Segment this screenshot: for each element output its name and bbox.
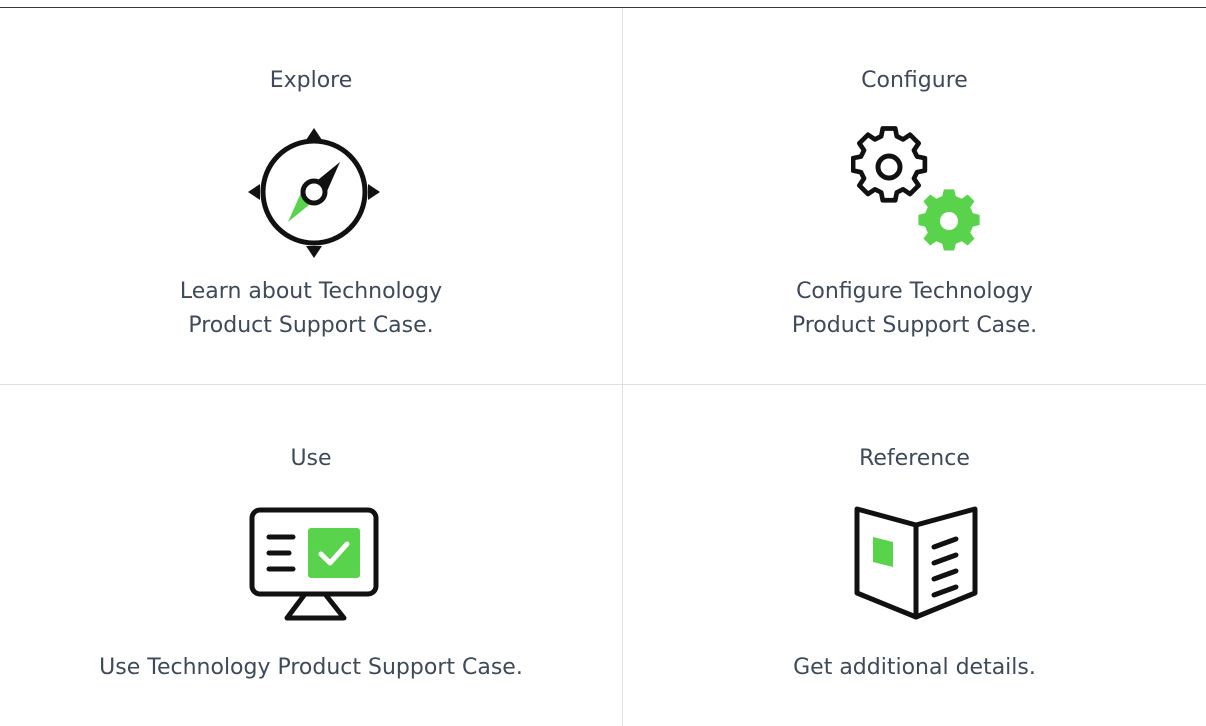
card-title: Configure: [861, 68, 968, 93]
description-line: Product Support Case.: [188, 313, 434, 338]
open-book-icon: [851, 505, 981, 621]
gears-icon: [851, 125, 983, 255]
card-description: Configure Technology Product Support Cas…: [623, 275, 1206, 343]
card-reference[interactable]: Reference Get additional details.: [623, 385, 1206, 726]
card-description: Learn about Technology Product Support C…: [0, 275, 622, 343]
card-title: Use: [290, 446, 332, 471]
card-title: Explore: [269, 68, 353, 93]
compass-icon: [248, 128, 380, 258]
card-use[interactable]: Use Use Technology Product Support Case.: [0, 385, 622, 726]
monitor-check-icon: [249, 507, 379, 621]
description-line: Configure Technology: [796, 279, 1033, 304]
page: Explore Learn about Technology Product S…: [0, 0, 1206, 726]
card-description: Use Technology Product Support Case.: [99, 655, 523, 680]
card-explore[interactable]: Explore Learn about Technology Product S…: [0, 8, 622, 384]
card-configure[interactable]: Configure Configure Technology Product S…: [623, 8, 1206, 384]
card-title: Reference: [859, 446, 970, 471]
description-line: Product Support Case.: [791, 313, 1038, 338]
description-line: Learn about Technology: [179, 279, 443, 304]
card-description: Get additional details.: [793, 655, 1036, 680]
